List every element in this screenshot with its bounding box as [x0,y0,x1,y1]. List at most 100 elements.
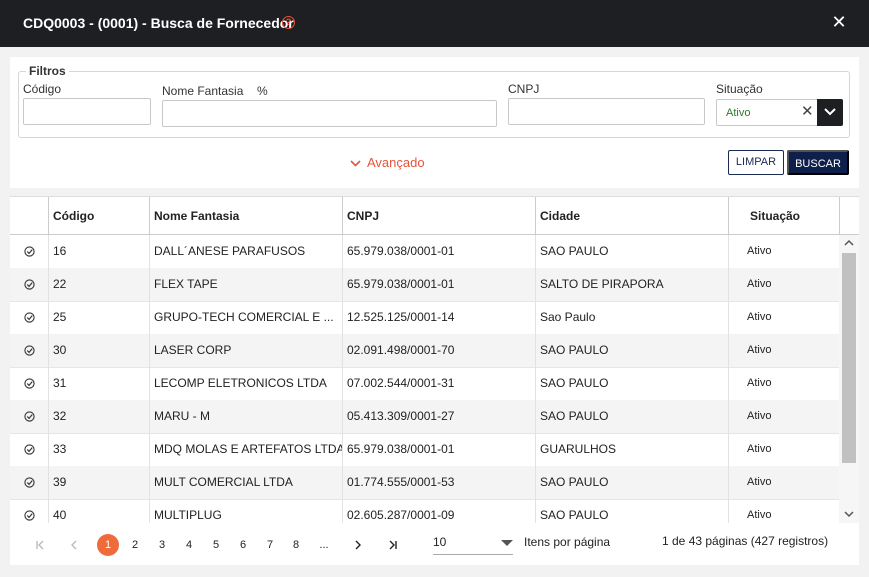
first-page-icon[interactable] [29,534,51,556]
check-circle-icon[interactable] [24,378,35,389]
cell-codigo: 30 [48,334,149,367]
cell-cidade: SAO PAULO [535,334,728,367]
cell-situacao: Ativo [728,466,839,499]
items-per-page-value: 10 [433,535,447,549]
cell-cnpj: 12.525.125/0001-14 [342,301,535,334]
cell-cidade: SAO PAULO [535,367,728,400]
page-ellipsis[interactable]: ... [313,534,335,556]
table-row[interactable]: 32 MARU - M 05.413.309/0001-27 SAO PAULO Ati… [10,400,839,434]
check-circle-icon[interactable] [24,312,35,323]
cell-codigo: 22 [48,268,149,301]
cell-situacao: Ativo [728,433,839,466]
column-header-situacao[interactable]: Situação [728,197,839,235]
page-button[interactable]: 8 [285,534,307,556]
situacao-select[interactable]: Ativo ✕ [716,99,843,126]
cell-codigo: 40 [48,499,149,523]
cell-cnpj: 02.091.498/0001-70 [342,334,535,367]
close-icon[interactable]: ✕ [830,13,848,31]
cnpj-input[interactable] [508,98,705,125]
nome-fantasia-wildcard-hint: % [257,84,268,98]
check-circle-icon[interactable] [24,477,35,488]
next-page-icon[interactable] [347,534,369,556]
check-circle-icon[interactable] [24,345,35,356]
search-button[interactable]: BUSCAR [787,150,849,175]
cell-nome: LECOMP ELETRONICOS LTDA [149,367,342,400]
cell-nome: LASER CORP [149,334,342,367]
cell-codigo: 39 [48,466,149,499]
select-row-cell[interactable] [10,235,48,268]
previous-page-icon[interactable] [63,534,85,556]
cell-situacao: Ativo [728,499,839,523]
check-circle-icon[interactable] [24,510,35,521]
items-per-page-select[interactable]: 10 [433,531,513,555]
check-circle-icon[interactable] [24,411,35,422]
page-button[interactable]: 7 [259,534,281,556]
chevron-up-icon [844,239,854,246]
cell-codigo: 25 [48,301,149,334]
check-circle-icon[interactable] [24,246,35,257]
check-circle-icon[interactable] [24,444,35,455]
page-button[interactable]: 2 [124,534,146,556]
chevron-down-icon[interactable] [817,99,843,126]
column-header-cidade[interactable]: Cidade [535,197,728,235]
column-header-codigo[interactable]: Código [48,197,149,235]
cell-nome: DALL´ANESE PARAFUSOS [149,235,342,268]
select-row-cell[interactable] [10,334,48,367]
check-circle-icon[interactable] [24,279,35,290]
clear-icon[interactable]: ✕ [801,104,814,120]
codigo-label: Código [23,82,62,96]
cell-cnpj: 05.413.309/0001-27 [342,400,535,433]
cell-cnpj: 01.774.555/0001-53 [342,466,535,499]
cell-cidade: Sao Paulo [535,301,728,334]
table-row[interactable]: 33 MDQ MOLAS E ARTEFATOS LTDA 65.979.038/0… [10,433,839,467]
cnpj-label: CNPJ [508,82,540,96]
clear-button[interactable]: LIMPAR [728,150,784,175]
select-row-cell[interactable] [10,433,48,466]
last-page-icon[interactable] [382,534,404,556]
table-row[interactable]: 25 GRUPO-TECH COMERCIAL E ... 12.525.125/0… [10,301,839,335]
cell-situacao: Ativo [728,268,839,301]
cell-codigo: 33 [48,433,149,466]
page-button[interactable]: 1 [97,534,119,556]
select-row-cell[interactable] [10,499,48,523]
chevron-down-icon [844,511,854,518]
column-header-nome-fantasia[interactable]: Nome Fantasia [149,197,342,235]
table-row[interactable]: 30 LASER CORP 02.091.498/0001-70 SAO PAULO A… [10,334,839,368]
codigo-input[interactable] [23,98,151,125]
page-button[interactable]: 3 [151,534,173,556]
cell-cnpj: 02.605.287/0001-09 [342,499,535,523]
cell-situacao: Ativo [728,235,839,268]
cell-cidade: SAO PAULO [535,400,728,433]
vertical-scrollbar[interactable] [839,235,859,523]
cell-situacao: Ativo [728,367,839,400]
cell-codigo: 16 [48,235,149,268]
page-button[interactable]: 5 [205,534,227,556]
table-row[interactable]: 39 MULT COMERCIAL LTDA 01.774.555/0001-53 S… [10,466,839,500]
cell-nome: MULTIPLUG [149,499,342,523]
cell-cnpj: 65.979.038/0001-01 [342,433,535,466]
select-row-cell[interactable] [10,301,48,334]
column-header-cnpj[interactable]: CNPJ [342,197,535,235]
advanced-label: Avançado [367,155,425,170]
table-row[interactable]: 22 FLEX TAPE 65.979.038/0001-01 SALTO DE PI… [10,268,839,302]
select-row-cell[interactable] [10,367,48,400]
select-row-cell[interactable] [10,466,48,499]
page-button[interactable]: 6 [232,534,254,556]
table-row[interactable]: 40 MULTIPLUG 02.605.287/0001-09 SAO PAULO At… [10,499,839,523]
page-button[interactable]: 4 [178,534,200,556]
table-header: Código Nome Fantasia CNPJ Cidade Situaçã… [10,197,859,235]
advanced-toggle[interactable]: Avançado [350,155,425,170]
cell-cnpj: 65.979.038/0001-01 [342,268,535,301]
cell-cidade: SAO PAULO [535,499,728,523]
nome-fantasia-input[interactable] [162,100,497,127]
nome-fantasia-label: Nome Fantasia [162,84,244,98]
cell-cidade: GUARULHOS [535,433,728,466]
cell-nome: MULT COMERCIAL LTDA [149,466,342,499]
select-row-cell[interactable] [10,400,48,433]
table-row[interactable]: 31 LECOMP ELETRONICOS LTDA 07.002.544/0001… [10,367,839,401]
table-row[interactable]: 16 DALL´ANESE PARAFUSOS 65.979.038/0001-01… [10,235,839,269]
select-row-cell[interactable] [10,268,48,301]
scrollbar-thumb[interactable] [842,253,856,463]
help-icon[interactable]: ? [282,16,295,29]
supplier-table: Código Nome Fantasia CNPJ Cidade Situaçã… [10,196,859,523]
